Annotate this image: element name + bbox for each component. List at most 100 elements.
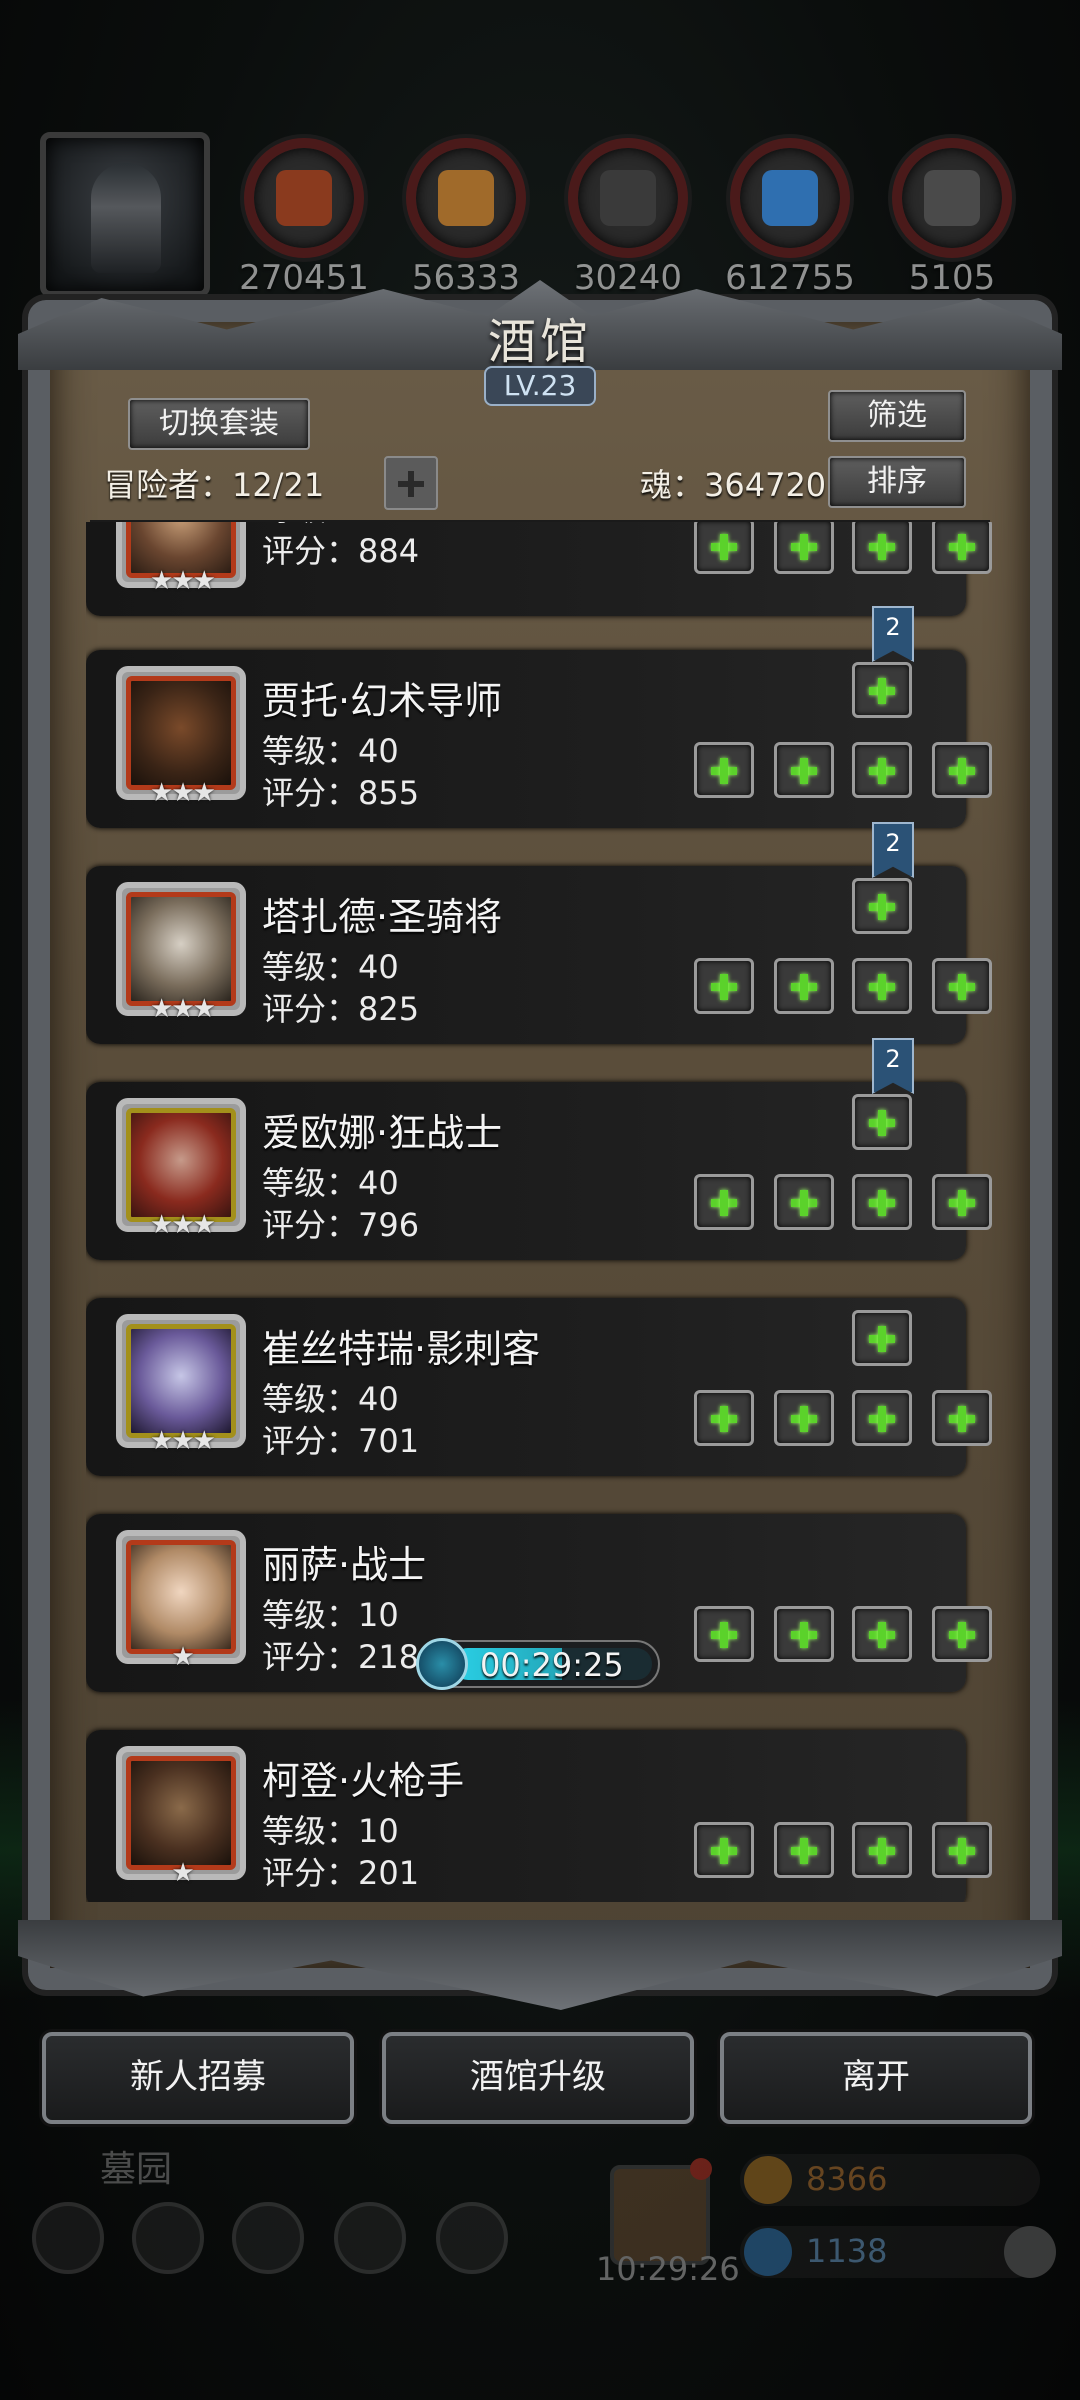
equip-slot-armor[interactable] xyxy=(774,958,834,1014)
resource-crystal-icon[interactable] xyxy=(730,138,850,258)
hero-card[interactable]: ★ 柯登·火枪手 等级：10 评分：201 xyxy=(86,1730,992,1902)
tavern-upgrade-button[interactable]: 酒馆升级 xyxy=(382,2032,694,2124)
hero-card[interactable]: ★★★ 崔丝特瑞·影刺客 等级：40 评分：701 xyxy=(86,1298,992,1476)
equip-slot-armor[interactable] xyxy=(774,1174,834,1230)
upgrade-count-ribbon: 2 xyxy=(872,822,914,878)
equip-slot-weapon[interactable] xyxy=(694,522,754,574)
gold-counter: 8366 xyxy=(740,2154,1040,2206)
adventurer-count: 冒险者：12/21 xyxy=(104,466,325,504)
clock-icon xyxy=(416,1638,468,1690)
equip-slot-weapon[interactable] xyxy=(694,1606,754,1662)
hero-portrait-image xyxy=(126,892,236,1006)
hero-stars: ★ xyxy=(171,1642,194,1672)
hero-score: 评分：884 xyxy=(262,532,420,570)
hero-menu-icon[interactable] xyxy=(132,2202,204,2274)
add-slot-button[interactable] xyxy=(384,456,438,510)
hero-portrait-image xyxy=(126,676,236,790)
hero-level: 等级：40 xyxy=(262,948,399,986)
leave-button[interactable]: 离开 xyxy=(720,2032,1032,2124)
wood-icon xyxy=(438,170,494,226)
resource-stone-icon[interactable] xyxy=(568,138,688,258)
equip-slot-armor[interactable] xyxy=(774,522,834,574)
hero-name: 爱欧娜·狂战士 xyxy=(262,1111,503,1155)
hero-name: 柯登·火枪手 xyxy=(262,1759,465,1803)
equip-slot-weapon[interactable] xyxy=(694,958,754,1014)
hero-level: 等级：10 xyxy=(262,1596,399,1634)
equip-slot-accessory[interactable] xyxy=(852,1606,912,1662)
mail-icon[interactable] xyxy=(334,2202,406,2274)
equip-slot-weapon[interactable] xyxy=(694,1174,754,1230)
hero-portrait-image xyxy=(126,1540,236,1654)
hero-card[interactable]: ★★★ 贾托·幻术导师 等级：40 评分：855 2 xyxy=(86,606,992,828)
equip-slot-special[interactable] xyxy=(852,662,912,718)
resource-iron-icon[interactable] xyxy=(892,138,1012,258)
hero-score: 评分：201 xyxy=(262,1854,420,1892)
settings-icon[interactable] xyxy=(32,2202,104,2274)
resource-wood-icon[interactable] xyxy=(406,138,526,258)
crystal-icon xyxy=(762,170,818,226)
equip-slot-armor[interactable] xyxy=(774,1390,834,1446)
map-icon[interactable] xyxy=(436,2202,508,2274)
soul-count: 魂：364720 xyxy=(640,466,827,504)
hero-card[interactable]: ★★★ 爱欧娜·狂战士 等级：40 评分：796 2 xyxy=(86,1038,992,1260)
hero-level: 等级：40 xyxy=(262,1380,399,1418)
equip-slot-accessory[interactable] xyxy=(852,958,912,1014)
equip-slot-weapon[interactable] xyxy=(694,1822,754,1878)
equip-slot-ring[interactable] xyxy=(932,522,992,574)
hero-list[interactable]: ★★★ 等级：40 评分：884 ★★★ 贾托·幻术导师 等级：40 评分：85… xyxy=(86,522,994,1902)
switch-set-button[interactable]: 切换套装 xyxy=(128,398,310,450)
hero-stars: ★★★ xyxy=(150,778,216,808)
filter-button[interactable]: 筛选 xyxy=(828,390,966,442)
resource-meat-icon[interactable] xyxy=(244,138,364,258)
hero-portrait-image xyxy=(126,1108,236,1222)
equip-slot-ring[interactable] xyxy=(932,742,992,798)
equip-slot-accessory[interactable] xyxy=(852,742,912,798)
equip-slot-armor[interactable] xyxy=(774,1606,834,1662)
gem-icon xyxy=(744,2228,792,2276)
recruit-button[interactable]: 新人招募 xyxy=(42,2032,354,2124)
hero-level: 等级：40 xyxy=(262,732,399,770)
add-currency-button[interactable] xyxy=(1004,2226,1056,2278)
gold-value: 8366 xyxy=(806,2160,888,2198)
notification-dot xyxy=(690,2158,712,2180)
gem-counter: 1138 xyxy=(740,2226,1040,2278)
equip-slot-accessory[interactable] xyxy=(852,522,912,574)
equip-slot-special[interactable] xyxy=(852,878,912,934)
hero-name: 贾托·幻术导师 xyxy=(262,679,503,723)
hero-level: 等级：10 xyxy=(262,1812,399,1850)
stone-icon xyxy=(600,170,656,226)
hero-level: 等级：40 xyxy=(262,1164,399,1202)
equip-slot-accessory[interactable] xyxy=(852,1174,912,1230)
equip-slot-armor[interactable] xyxy=(774,1822,834,1878)
upgrade-count-ribbon: 2 xyxy=(872,1038,914,1094)
equip-slot-special[interactable] xyxy=(852,1094,912,1150)
hero-stars: ★★★ xyxy=(150,566,216,596)
hero-score: 评分：701 xyxy=(262,1422,420,1460)
hero-card[interactable]: ★★★ 塔扎德·圣骑将 等级：40 评分：825 2 xyxy=(86,822,992,1044)
guild-icon[interactable] xyxy=(232,2202,304,2274)
hero-stars: ★★★ xyxy=(150,994,216,1024)
tavern-level-badge: LV.23 xyxy=(484,366,596,406)
equip-slot-accessory[interactable] xyxy=(852,1390,912,1446)
equip-slot-ring[interactable] xyxy=(932,1390,992,1446)
equip-slot-accessory[interactable] xyxy=(852,1822,912,1878)
equip-slot-armor[interactable] xyxy=(774,742,834,798)
equip-slot-ring[interactable] xyxy=(932,958,992,1014)
equip-slot-weapon[interactable] xyxy=(694,1390,754,1446)
sort-button[interactable]: 排序 xyxy=(828,456,966,508)
equip-slot-ring[interactable] xyxy=(932,1606,992,1662)
player-avatar[interactable] xyxy=(40,132,210,297)
resource-crystal-value: 612755 xyxy=(725,258,855,298)
hero-name: 崔丝特瑞·影刺客 xyxy=(262,1327,541,1371)
background-hud: 墓园 10:29:26 8366 1138 xyxy=(0,2140,1080,2400)
equip-slot-special[interactable] xyxy=(852,1310,912,1366)
equip-slot-ring[interactable] xyxy=(932,1174,992,1230)
upgrade-count-ribbon: 2 xyxy=(872,606,914,662)
timer-text: 00:29:25 xyxy=(480,1646,624,1684)
hero-stars: ★ xyxy=(171,1858,194,1888)
equip-slot-weapon[interactable] xyxy=(694,742,754,798)
hud-clock: 10:29:26 xyxy=(596,2250,740,2288)
equip-slot-ring[interactable] xyxy=(932,1822,992,1878)
hero-card[interactable]: ★★★ 等级：40 评分：884 xyxy=(86,522,992,616)
tavern-panel: 酒馆 LV.23 切换套装 筛选 排序 冒险者：12/21 魂：364720 ★… xyxy=(18,280,1062,2010)
